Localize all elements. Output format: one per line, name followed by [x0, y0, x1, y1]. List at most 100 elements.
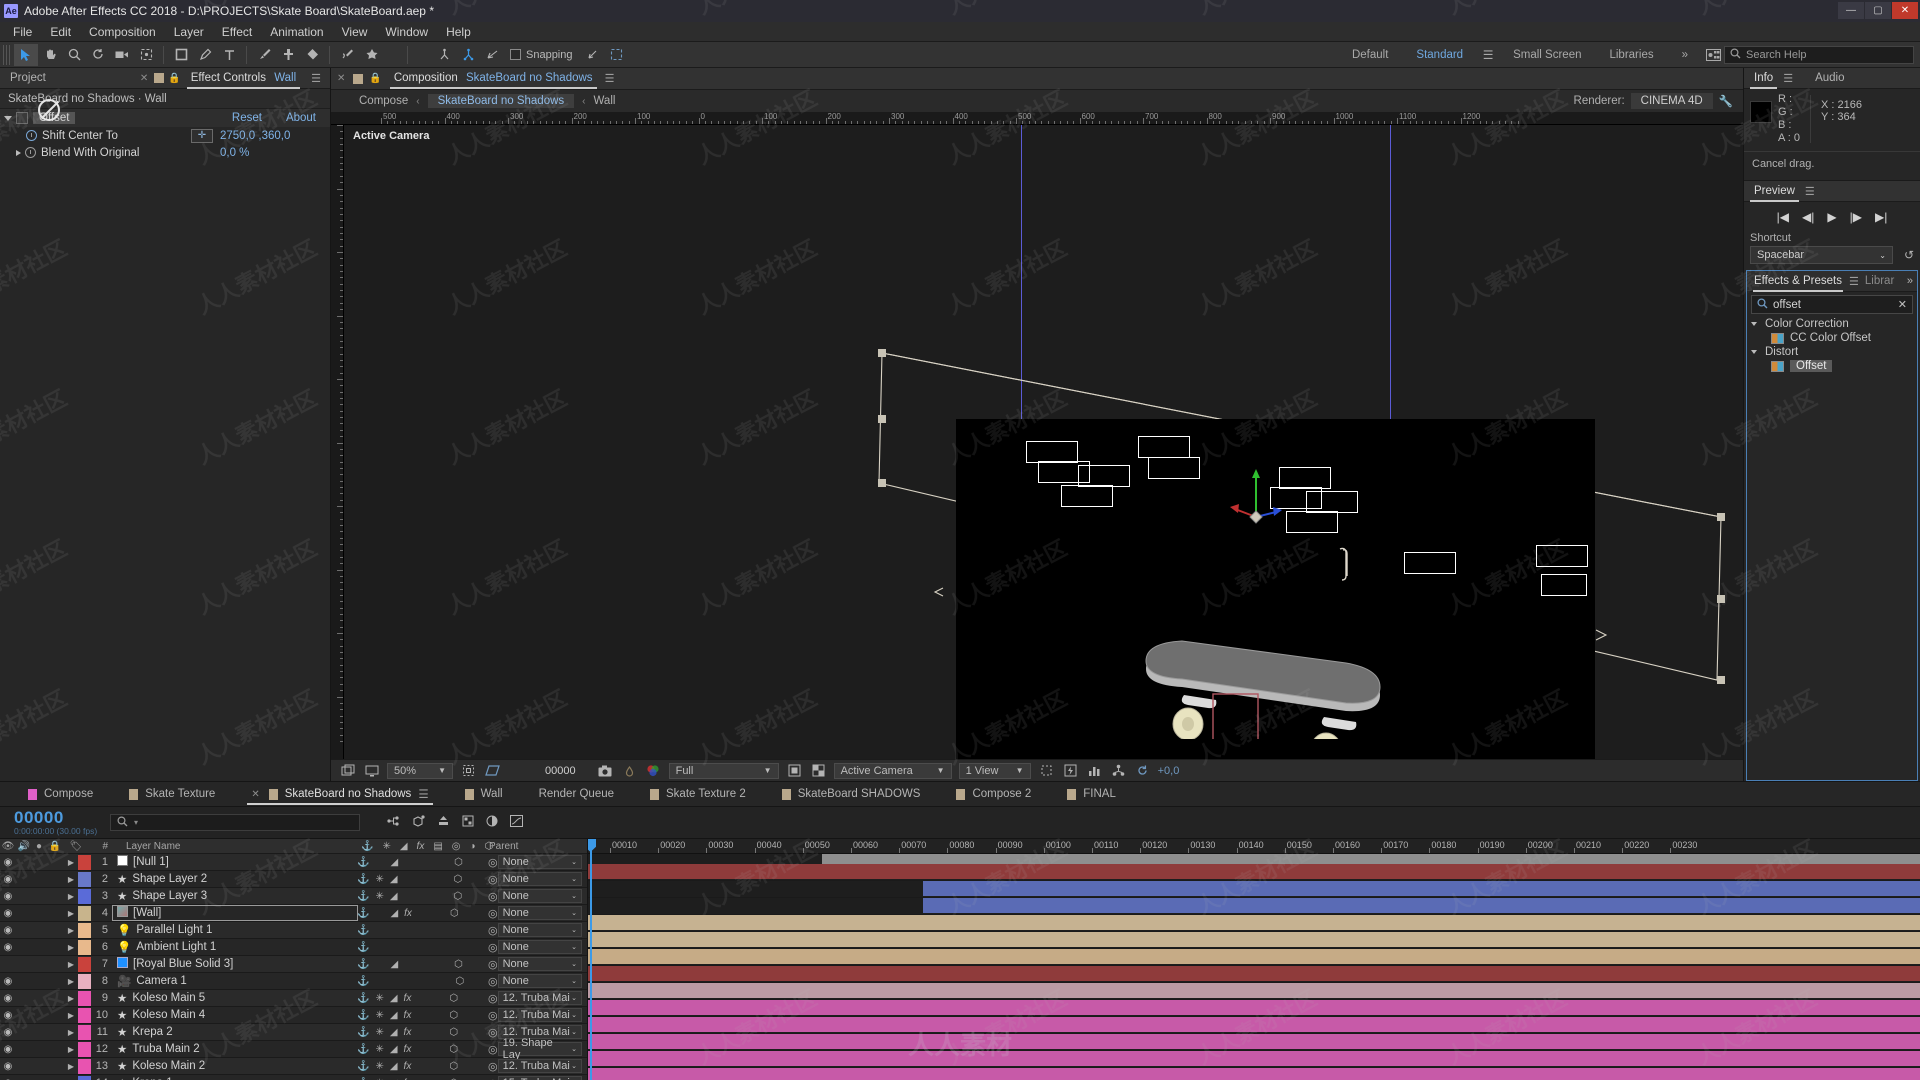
- layer-color-chip[interactable]: [78, 939, 91, 955]
- parent-pickwhip-icon[interactable]: ◎: [488, 890, 498, 903]
- quality-icon[interactable]: ◢: [390, 1044, 398, 1055]
- layer-switches[interactable]: ⚓ ✳ ◢ fx ⬡: [357, 1027, 483, 1038]
- eraser-tool[interactable]: [300, 44, 324, 66]
- region-of-interest-icon[interactable]: [484, 763, 501, 779]
- layer-color-chip[interactable]: [78, 1058, 91, 1074]
- layer-name-cell[interactable]: 🎥 Camera 1: [113, 974, 357, 988]
- channels-icon[interactable]: [645, 763, 662, 779]
- tab-audio[interactable]: Audio: [1809, 68, 1850, 89]
- parent-pickwhip-icon[interactable]: ◎: [488, 975, 498, 988]
- parent-pickwhip-icon[interactable]: ◎: [488, 1043, 498, 1056]
- effects-icon[interactable]: fx: [404, 993, 412, 1004]
- composition-mini-flowchart-icon[interactable]: [386, 815, 401, 831]
- grid-guides-icon[interactable]: [460, 763, 477, 779]
- collapse-transform-icon[interactable]: ⚓: [357, 1027, 369, 1038]
- effect-reset-button[interactable]: Reset: [232, 112, 262, 124]
- menu-item-file[interactable]: File: [4, 22, 41, 42]
- view-axis-icon[interactable]: [480, 44, 504, 66]
- toolbar-grip[interactable]: [3, 44, 11, 65]
- layer-switches[interactable]: ⚓: [357, 942, 483, 953]
- menu-item-composition[interactable]: Composition: [80, 22, 165, 42]
- three-d-layer-icon[interactable]: ⬡: [449, 1044, 458, 1055]
- layer-name-cell[interactable]: ★ Truba Main 2: [113, 1042, 357, 1056]
- current-time-indicator[interactable]: [590, 839, 592, 1080]
- snap-anchor-icon[interactable]: [581, 44, 605, 66]
- layer-expand-icon[interactable]: ▶: [64, 943, 78, 952]
- pixel-aspect-icon[interactable]: [1038, 763, 1055, 779]
- menu-item-view[interactable]: View: [333, 22, 377, 42]
- tab-libraries[interactable]: Librar: [1863, 271, 1896, 292]
- layer-name-cell[interactable]: ★ Koleso Main 4: [113, 1008, 357, 1022]
- lock-icon[interactable]: 🔒: [168, 73, 180, 84]
- parent-pickwhip-icon[interactable]: ◎: [488, 924, 498, 937]
- layer-color-chip[interactable]: [78, 905, 91, 921]
- snapshot-icon[interactable]: [597, 763, 614, 779]
- parent-pickwhip-icon[interactable]: ◎: [488, 1026, 498, 1039]
- layer-expand-icon[interactable]: ▶: [64, 1045, 78, 1054]
- panel-menu-icon[interactable]: ☰: [1849, 275, 1859, 288]
- axis-gizmo-icon[interactable]: [1228, 465, 1288, 525]
- graph-editor-icon[interactable]: [509, 814, 524, 831]
- three-d-layer-icon[interactable]: ⬡: [455, 976, 464, 987]
- search-help-input[interactable]: Search Help: [1724, 46, 1914, 64]
- layer-duration-bar[interactable]: [923, 881, 1920, 896]
- comp-tab-skate-texture-2[interactable]: Skate Texture 2: [632, 781, 764, 807]
- fast-previews-icon[interactable]: [1062, 763, 1079, 779]
- layer-visibility-toggle[interactable]: ◉: [0, 976, 16, 987]
- parent-pickwhip-icon[interactable]: ◎: [488, 907, 498, 920]
- three-d-layer-icon[interactable]: ⬡: [454, 959, 463, 970]
- layer-parent-cell[interactable]: ◎15. Truba Mai⌄: [483, 1076, 587, 1080]
- table-row[interactable]: ◉ ▶ 3 ★ Shape Layer 3 ⚓ ✳ ◢ ⬡ ◎ None ⌄: [0, 888, 587, 905]
- continuous-rasterize-icon[interactable]: ✳: [375, 874, 383, 885]
- quality-icon[interactable]: ◢: [390, 1027, 398, 1038]
- pan-behind-tool[interactable]: [134, 44, 158, 66]
- panel-menu-icon[interactable]: ☰: [599, 72, 621, 85]
- layer-visibility-toggle[interactable]: ◉: [0, 1044, 16, 1055]
- quality-icon[interactable]: ◢: [390, 1010, 398, 1021]
- collapse-transform-icon[interactable]: ⚓: [357, 857, 369, 868]
- layer-parent-cell[interactable]: ◎ None ⌄: [483, 872, 587, 886]
- layer-switches[interactable]: ⚓ ◢ fx ⬡: [357, 908, 483, 919]
- table-row[interactable]: ◉ ▶ 11 ★ Krepa 2 ⚓ ✳ ◢ fx ⬡ ◎ 12. Truba Mai ⌄: [0, 1024, 587, 1041]
- breadcrumb-item-current[interactable]: SkateBoard no Shadows: [427, 94, 575, 108]
- current-time-display[interactable]: 00000 0:00:00:00 (30.00 fps): [0, 809, 110, 837]
- layer-expand-icon[interactable]: ▶: [64, 1062, 78, 1071]
- continuous-rasterize-icon[interactable]: ✳: [375, 993, 383, 1004]
- layer-duration-bar[interactable]: [588, 949, 1920, 964]
- layer-color-chip[interactable]: [78, 1024, 91, 1040]
- timeline-track[interactable]: [588, 881, 1920, 898]
- maximize-button[interactable]: ▢: [1865, 2, 1891, 19]
- parent-pickwhip-icon[interactable]: ◎: [488, 1009, 498, 1022]
- menu-item-effect[interactable]: Effect: [213, 22, 261, 42]
- layer-color-chip[interactable]: [78, 888, 91, 904]
- snapping-checkbox[interactable]: [510, 49, 521, 60]
- selection-tool[interactable]: [14, 43, 38, 66]
- layer-duration-bar[interactable]: [588, 1034, 1920, 1049]
- layer-expand-icon[interactable]: ▶: [64, 994, 78, 1003]
- layer-expand-icon[interactable]: ▶: [64, 1011, 78, 1020]
- layer-visibility-toggle[interactable]: ◉: [0, 1061, 16, 1072]
- layer-parent-cell[interactable]: ◎ 19. Shape Lay ⌄: [483, 1037, 587, 1061]
- quality-icon[interactable]: ◢: [390, 891, 398, 902]
- parent-pickwhip-icon[interactable]: ◎: [488, 856, 498, 869]
- layer-switches[interactable]: ⚓ ✳ ◢ fx ⬡: [357, 1061, 483, 1072]
- lock-icon[interactable]: 🔒: [369, 73, 381, 84]
- viewer-canvas[interactable]: Active Camera: [331, 125, 1743, 759]
- layer-visibility-toggle[interactable]: ◉: [0, 942, 16, 953]
- breadcrumb-item-compose[interactable]: Compose: [359, 95, 408, 107]
- effect-list-item[interactable]: CC Color Offset: [1747, 331, 1917, 345]
- effect-list-item[interactable]: Offset: [1747, 359, 1917, 373]
- transparency-grid-icon[interactable]: [810, 763, 827, 779]
- effects-icon[interactable]: fx: [404, 1061, 412, 1072]
- collapse-transform-icon[interactable]: ⚓: [357, 976, 369, 987]
- snap-bbox-icon[interactable]: [605, 44, 629, 66]
- comp-tab-skateboard-shadows[interactable]: SkateBoard SHADOWS: [764, 781, 939, 807]
- continuous-rasterize-icon[interactable]: ✳: [375, 1044, 383, 1055]
- property-value[interactable]: 0,0 %: [220, 147, 330, 159]
- layer-expand-icon[interactable]: ▶: [64, 960, 78, 969]
- collapse-transform-icon[interactable]: ⚓: [357, 1044, 369, 1055]
- text-tool[interactable]: [217, 44, 241, 66]
- layer-parent-cell[interactable]: ◎ 12. Truba Mai ⌄: [483, 991, 587, 1005]
- exposure-value[interactable]: +0,0: [1158, 765, 1180, 777]
- layer-switches[interactable]: ⚓ ✳ ◢ fx ⬡: [357, 1044, 483, 1055]
